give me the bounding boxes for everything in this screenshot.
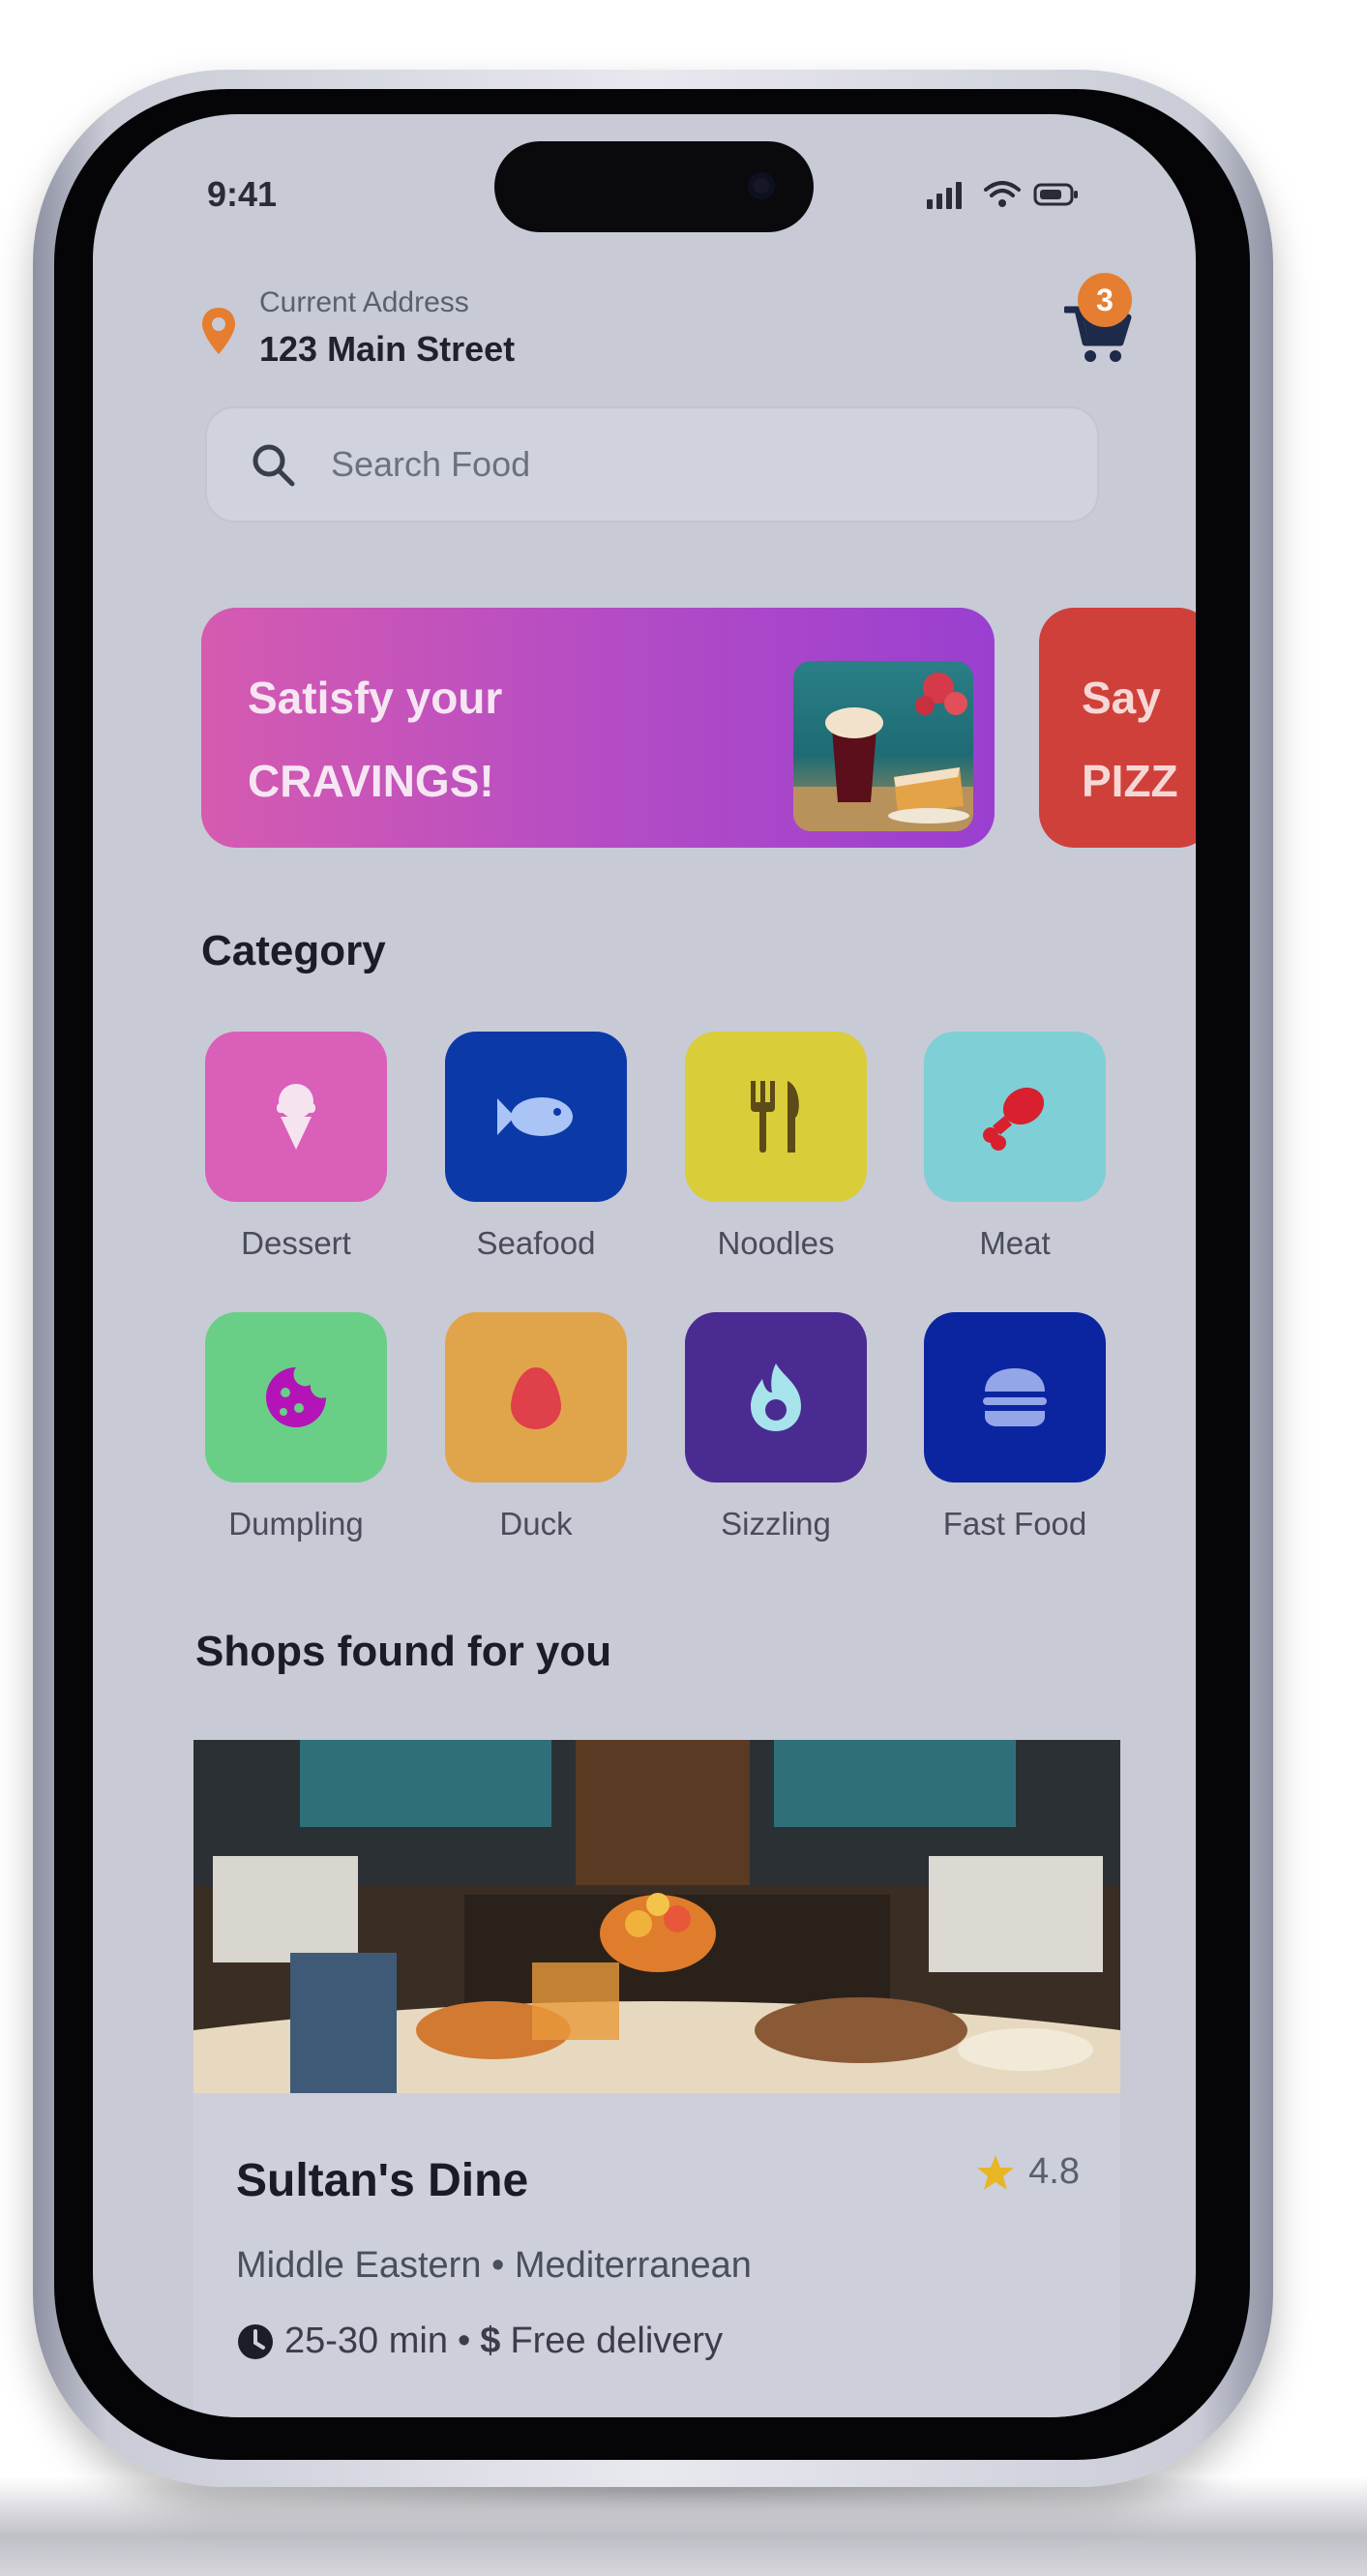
signal-icon [925, 180, 971, 209]
shop-card[interactable]: Sultan's Dine 4.8 Middle Eastern • Medit… [193, 1740, 1120, 2417]
meta-separator: • [457, 2321, 471, 2361]
dynamic-island [494, 141, 814, 232]
category-duck[interactable]: Duck [444, 1312, 628, 1543]
battery-icon [1033, 180, 1080, 209]
burger-icon [983, 1368, 1047, 1426]
shops-title: Shops found for you [195, 1628, 612, 1675]
dessert-photo [793, 661, 973, 831]
category-label: Duck [499, 1506, 573, 1542]
status-icons [925, 180, 1080, 209]
category-tile [205, 1312, 387, 1483]
rating-value: 4.8 [1028, 2151, 1080, 2192]
delivery-time: 25-30 min [284, 2321, 448, 2361]
shop-cuisine: Middle Eastern • Mediterranean [236, 2245, 752, 2286]
wifi-icon [983, 180, 1022, 209]
shop-rating: 4.8 [976, 2151, 1080, 2193]
fish-icon [497, 1097, 573, 1136]
shop-name: Sultan's Dine [236, 2155, 529, 2206]
current-address[interactable]: Current Address 123 Main Street [199, 286, 515, 370]
category-label: Meat [979, 1225, 1051, 1261]
shop-meta: 25-30 min • $ Free delivery [236, 2321, 723, 2362]
device-mockup: 9:41 Current Address 123 Main Street 3 S… [0, 0, 1367, 2576]
category-tile [445, 1032, 627, 1202]
category-tile [445, 1312, 627, 1483]
status-time: 9:41 [207, 174, 278, 214]
banner-line-2: CRAVINGS! [248, 756, 494, 806]
category-sizzling[interactable]: Sizzling [684, 1312, 868, 1543]
category-tile [205, 1032, 387, 1202]
banner-headline: Satisfy your CRAVINGS! [248, 656, 502, 823]
category-dessert[interactable]: Dessert [204, 1032, 388, 1262]
egg-icon [511, 1367, 561, 1429]
phone-screen: 9:41 Current Address 123 Main Street 3 S… [93, 114, 1196, 2417]
category-noodles[interactable]: Noodles [684, 1032, 868, 1262]
category-tile [924, 1032, 1106, 1202]
category-seafood[interactable]: Seafood [444, 1032, 628, 1262]
category-fast-food[interactable]: Fast Food [923, 1312, 1107, 1543]
flame-icon [751, 1363, 801, 1431]
cart-badge: 3 [1078, 273, 1132, 327]
category-dumpling[interactable]: Dumpling [204, 1312, 388, 1543]
category-label: Noodles [717, 1225, 835, 1261]
ice-cream-icon [277, 1084, 315, 1150]
drumstick-icon [983, 1087, 1045, 1151]
banner-line-1: Satisfy your [248, 673, 503, 723]
promo-banner-pizza[interactable]: Say PIZZ [1039, 608, 1196, 848]
category-tile [685, 1312, 867, 1483]
category-label: Seafood [476, 1225, 596, 1261]
clock-icon [238, 2323, 273, 2359]
category-meat[interactable]: Meat [923, 1032, 1107, 1262]
restaurant-photo [193, 1740, 1120, 2093]
search-input[interactable] [329, 443, 1010, 486]
utensils-icon [751, 1081, 799, 1153]
search-bar[interactable] [205, 406, 1099, 523]
category-label: Fast Food [942, 1506, 1087, 1542]
search-icon [250, 441, 296, 488]
category-tile [685, 1032, 867, 1202]
address-text: Current Address 123 Main Street [259, 286, 515, 370]
address-value: 123 Main Street [259, 329, 516, 369]
cookie-icon [266, 1367, 326, 1427]
banner-headline: Say PIZZ [1082, 656, 1178, 823]
category-label: Dessert [241, 1225, 351, 1261]
dollar-icon: $ [480, 2321, 501, 2361]
floor [0, 2477, 1367, 2576]
star-icon [977, 2154, 1015, 2190]
category-label: Dumpling [228, 1506, 364, 1542]
address-label: Current Address [259, 286, 469, 318]
category-tile [924, 1312, 1106, 1483]
location-pin-icon [199, 306, 238, 361]
banner-line-1: Say [1082, 673, 1161, 723]
banner-line-2: PIZZ [1082, 756, 1178, 806]
category-title: Category [201, 927, 386, 974]
category-label: Sizzling [721, 1506, 831, 1542]
promo-banner-cravings[interactable]: Satisfy your CRAVINGS! [201, 608, 995, 848]
delivery-fee: Free delivery [510, 2321, 724, 2361]
